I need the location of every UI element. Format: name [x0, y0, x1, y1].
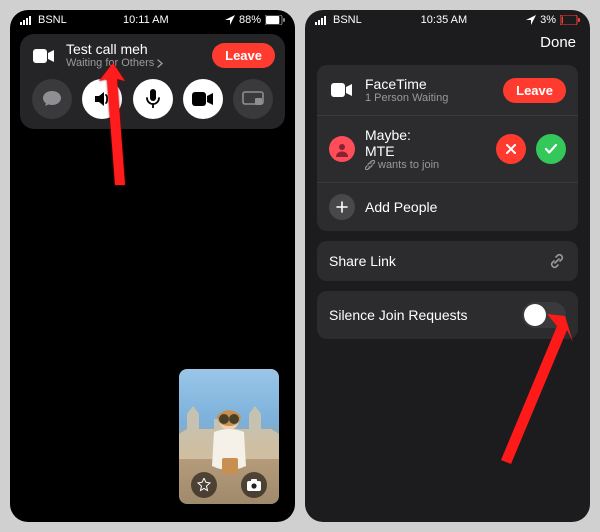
battery-percent-label: 3% — [540, 14, 556, 26]
location-arrow-icon — [225, 15, 235, 25]
join-request-row: Maybe: MTE wants to join — [317, 116, 578, 183]
camera-button[interactable] — [183, 79, 223, 119]
snapshot-button[interactable] — [241, 472, 267, 498]
signal-bars-icon — [315, 15, 329, 25]
accept-button[interactable] — [536, 134, 566, 164]
toggle-knob — [524, 304, 546, 326]
share-link-row[interactable]: Share Link — [317, 241, 578, 281]
request-sub: wants to join — [378, 159, 439, 171]
effects-button[interactable] — [191, 472, 217, 498]
call-card: Test call meh Waiting for Others Leave — [20, 34, 285, 129]
video-icon — [30, 44, 58, 68]
call-subtitle: Waiting for Others — [66, 57, 154, 69]
clock-label: 10:35 AM — [421, 14, 467, 26]
clock-label: 10:11 AM — [123, 14, 169, 26]
decline-button[interactable] — [496, 134, 526, 164]
request-name: MTE — [365, 143, 395, 159]
battery-icon — [265, 15, 285, 25]
signal-bars-icon — [20, 15, 34, 25]
status-bar: BSNL 10:11 AM 88% — [10, 10, 295, 28]
speaker-button[interactable] — [82, 79, 122, 119]
done-button[interactable]: Done — [540, 34, 576, 51]
chevron-right-icon — [157, 59, 163, 68]
phone-left-screenshot: BSNL 10:11 AM 88% Test call meh Waiting … — [10, 10, 295, 522]
share-link-label: Share Link — [329, 253, 538, 269]
request-prefix: Maybe: — [365, 127, 411, 143]
link-icon — [365, 160, 375, 170]
add-people-label: Add People — [365, 199, 566, 215]
screen-share-button[interactable] — [233, 79, 273, 119]
battery-low-icon — [560, 15, 580, 25]
silence-row: Silence Join Requests — [317, 291, 578, 339]
status-bar: BSNL 10:35 AM 3% — [305, 10, 590, 28]
call-subtitle-row[interactable]: Waiting for Others — [66, 57, 204, 69]
facetime-section: FaceTime 1 Person Waiting Leave Maybe: M… — [317, 65, 578, 231]
video-icon — [329, 83, 355, 97]
link-icon — [548, 252, 566, 270]
carrier-label: BSNL — [333, 14, 362, 26]
share-link-section: Share Link — [317, 241, 578, 281]
facetime-title: FaceTime — [365, 76, 493, 92]
battery-percent-label: 88% — [239, 14, 261, 26]
messages-button[interactable] — [32, 79, 72, 119]
location-arrow-icon — [526, 15, 536, 25]
facetime-header-row: FaceTime 1 Person Waiting Leave — [317, 65, 578, 116]
leave-button[interactable]: Leave — [503, 78, 566, 103]
avatar-icon — [329, 136, 355, 162]
add-people-row[interactable]: Add People — [317, 183, 578, 231]
phone-right-screenshot: BSNL 10:35 AM 3% Done FaceTime 1 Person … — [305, 10, 590, 522]
carrier-label: BSNL — [38, 14, 67, 26]
silence-toggle[interactable] — [522, 302, 566, 328]
silence-section: Silence Join Requests — [317, 291, 578, 339]
self-camera-preview — [179, 369, 279, 504]
silence-label: Silence Join Requests — [329, 307, 512, 323]
plus-icon — [329, 194, 355, 220]
leave-button[interactable]: Leave — [212, 43, 275, 68]
request-name-line: Maybe: MTE — [365, 127, 486, 159]
facetime-subtitle: 1 Person Waiting — [365, 92, 493, 104]
mic-button[interactable] — [133, 79, 173, 119]
call-title: Test call meh — [66, 42, 204, 57]
